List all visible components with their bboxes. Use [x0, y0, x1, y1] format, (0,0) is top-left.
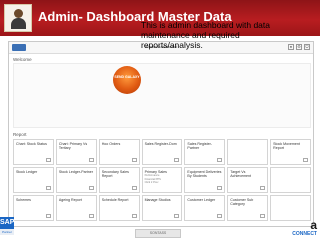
dashboard-screenshot: Admin Dashboard ● ⚙ ⏻ Welcome SEND GALAX… [8, 41, 314, 227]
form-button[interactable]: Click 2 Prev [145, 181, 180, 184]
tile-stock-movement-report[interactable]: Stock Movement Report [270, 139, 311, 165]
tile-hoo-orders[interactable]: Hoo Orders [98, 139, 140, 165]
tile-chart-primary-vs-tertiary[interactable]: Chart: Primary Vs Tertiary [55, 139, 97, 165]
promo-badge[interactable]: SEND GALAXY [113, 66, 141, 94]
tile-sales-register-partner[interactable]: Sales Register-Partner [184, 139, 226, 165]
brand-logo-connect: CONNECT [292, 231, 317, 237]
presenter-icon [4, 4, 32, 32]
tile-primary-sales[interactable]: Primary Sales Performance Financial PPS … [141, 167, 183, 193]
tile-target-vs-achievement[interactable]: Target Vs Achievement [227, 167, 269, 193]
report-tiles: Chart: Stock Status Chart: Primary Vs Te… [13, 139, 311, 221]
primary-sales-form: Performance Financial PPS Click 2 Prev [145, 174, 180, 184]
promo-text: SEND GALAXY [114, 75, 140, 79]
taskbar-tab[interactable]: SONTASS [135, 229, 181, 238]
tile-stock-ledger-partner[interactable]: Stock Ledger-Partner [55, 167, 97, 193]
tile-schemes[interactable]: Schemes [13, 195, 54, 221]
tile-ageing-report[interactable]: Ageing Report [55, 195, 97, 221]
logout-icon[interactable]: ⏻ [304, 44, 310, 50]
report-section-title: Report [13, 132, 27, 137]
tile-chart-stock-status[interactable]: Chart: Stock Status [13, 139, 54, 165]
tile-customer-sub-category[interactable]: Customer Sub Category [227, 195, 269, 221]
tile-schedule-report[interactable]: Schedule Report [98, 195, 140, 221]
tile-empty[interactable] [270, 167, 311, 193]
brand-logo-letter: a [310, 218, 317, 232]
tile-equipment-deliveries[interactable]: Equipment Deliveries By Students [184, 167, 226, 193]
settings-icon[interactable]: ⚙ [296, 44, 302, 50]
tile-secondary-sales-report[interactable]: Secondary Sales Report [98, 167, 140, 193]
annotation-text: This is admin dashboard with data mainte… [141, 20, 270, 50]
sap-partner-label: Partner [0, 229, 14, 235]
welcome-panel [13, 63, 311, 128]
tile-sales-register-dom[interactable]: Sales Register-Dom [141, 139, 183, 165]
sap-logo: SAP [0, 217, 14, 229]
welcome-heading: Welcome [13, 57, 32, 62]
tile-empty[interactable] [270, 195, 311, 221]
tile-customer-ledger[interactable]: Customer Ledger [184, 195, 226, 221]
tile-stock-ledger[interactable]: Stock Ledger [13, 167, 54, 193]
tile-manage-studios[interactable]: Manage Studios [141, 195, 183, 221]
user-icon[interactable]: ● [288, 44, 294, 50]
tile-empty[interactable] [227, 139, 269, 165]
